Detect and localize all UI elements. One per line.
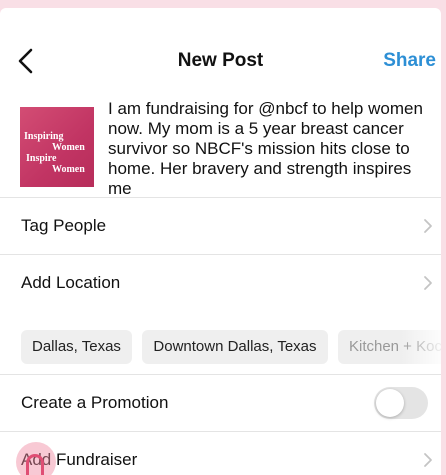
thumbnail-text-line: Inspire <box>26 153 57 164</box>
promotion-toggle[interactable] <box>374 387 428 419</box>
add-fundraiser-row[interactable]: Add Fundraiser <box>0 432 441 475</box>
touch-point-icon <box>26 454 44 475</box>
chevron-right-icon <box>424 219 432 233</box>
thumbnail-text-line: Women <box>52 142 85 153</box>
caption-field[interactable]: I am fundraising for @nbcf to help women… <box>108 99 434 201</box>
location-chip[interactable]: Kitchen + Kocktails <box>337 330 441 364</box>
toggle-knob <box>376 389 404 417</box>
tag-people-row[interactable]: Tag People <box>0 198 441 254</box>
new-post-screen: New Post Share Inspiring Women Inspire W… <box>0 8 441 475</box>
touch-indicator <box>16 442 56 475</box>
location-suggestions: Dallas, Texas Downtown Dallas, Texas Kit… <box>21 330 441 364</box>
create-promotion-row: Create a Promotion <box>0 375 441 431</box>
add-location-label: Add Location <box>21 273 121 292</box>
navigation-bar: New Post Share <box>0 38 441 84</box>
page-title: New Post <box>177 50 264 71</box>
chevron-right-icon <box>424 453 432 467</box>
post-thumbnail[interactable]: Inspiring Women Inspire Women <box>20 107 94 187</box>
chevron-right-icon <box>424 276 432 290</box>
tag-people-label: Tag People <box>21 216 107 235</box>
add-location-row[interactable]: Add Location <box>0 255 441 311</box>
create-promotion-label: Create a Promotion <box>21 393 169 412</box>
location-chip[interactable]: Dallas, Texas <box>21 330 132 364</box>
share-button[interactable]: Share <box>383 50 436 72</box>
thumbnail-text-line: Inspiring <box>24 131 64 142</box>
location-chip[interactable]: Downtown Dallas, Texas <box>142 330 328 364</box>
thumbnail-text-line: Women <box>52 164 85 175</box>
